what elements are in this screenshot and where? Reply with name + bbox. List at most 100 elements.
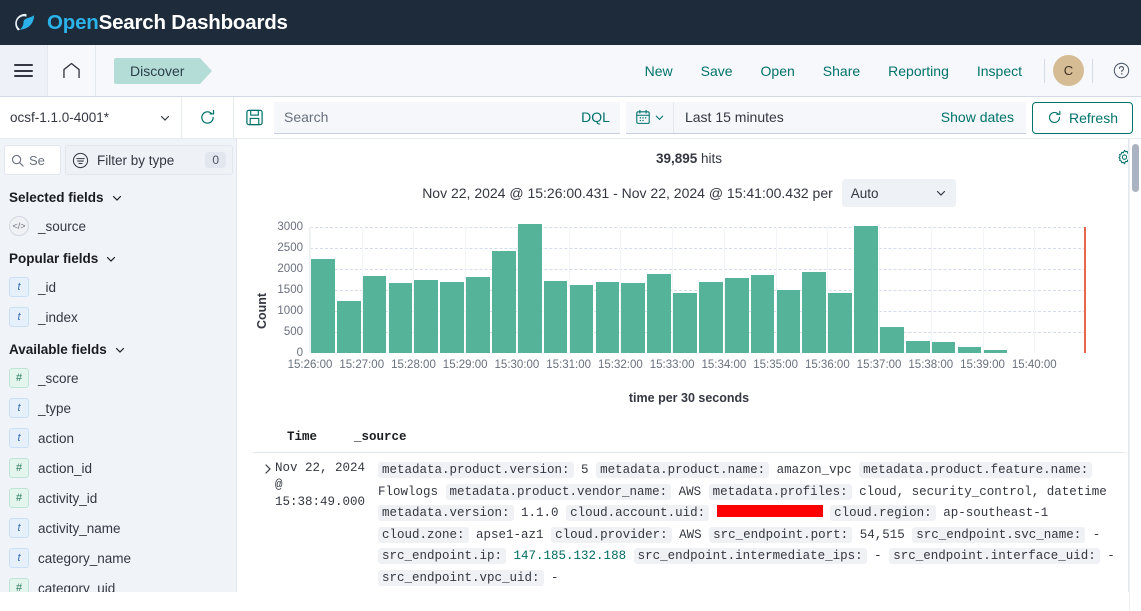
cell-time: Nov 22, 2024 @ 15:38:49.000 (275, 460, 378, 589)
field-item-index[interactable]: t _index (0, 302, 236, 332)
brand-title: OpenSearch Dashboards (47, 11, 288, 35)
x-axis-title: time per 30 seconds (253, 391, 1125, 405)
avatar[interactable]: C (1053, 55, 1084, 86)
source-field-key: src_endpoint.port: (709, 527, 852, 543)
nav-link-open[interactable]: Open (747, 63, 809, 79)
expand-row-button[interactable] (253, 460, 275, 589)
chart-bar[interactable] (984, 350, 1008, 353)
query-language-button[interactable]: DQL (571, 109, 610, 125)
table-row[interactable]: Nov 22, 2024 @ 15:38:49.000 metadata.pro… (253, 453, 1125, 592)
source-field-value: AWS (679, 528, 702, 542)
chart-bar[interactable] (621, 283, 645, 353)
refresh-button[interactable]: Refresh (1032, 102, 1133, 134)
section-popular-fields[interactable]: Popular fields (0, 241, 236, 272)
chart-bar[interactable] (311, 259, 335, 353)
chart-bar[interactable] (440, 282, 464, 353)
chart-bar[interactable] (466, 277, 490, 353)
save-query-button[interactable] (240, 108, 268, 127)
chart-bar[interactable] (751, 275, 775, 353)
nav-actions: New Save Open Share Reporting Inspect C (631, 45, 1141, 96)
filter-type-count: 0 (205, 152, 226, 168)
chart-bar[interactable] (699, 282, 723, 353)
chart-bar[interactable] (958, 347, 982, 353)
field-item-activity-name[interactable]: t activity_name (0, 513, 236, 543)
date-quick-select-button[interactable] (626, 102, 674, 133)
chevron-down-icon (935, 187, 947, 199)
filter-by-type-button[interactable]: Filter by type 0 (65, 145, 233, 175)
column-header-source[interactable]: _source (354, 430, 407, 444)
field-item-source[interactable]: </> _source (0, 211, 236, 241)
field-item-action-id[interactable]: # action_id (0, 453, 236, 483)
column-header-time[interactable]: Time (253, 430, 354, 444)
page-scrollbar-track[interactable] (1129, 139, 1141, 611)
source-field-value: apse1-az1 (476, 528, 544, 542)
y-axis-tick: 0 (297, 347, 303, 359)
show-dates-button[interactable]: Show dates (941, 109, 1026, 125)
x-axis-tick: 15:29:00 (443, 359, 488, 371)
chart-plot-area[interactable]: 05001000150020002500300015:26:0015:27:00… (309, 227, 1086, 353)
opensearch-logo[interactable]: OpenSearch Dashboards (13, 9, 288, 36)
chart-bar[interactable] (828, 293, 852, 353)
chart-bar[interactable] (673, 293, 697, 353)
chart-bar[interactable] (854, 226, 878, 353)
chart-bar[interactable] (880, 327, 904, 353)
section-available-fields[interactable]: Available fields (0, 332, 236, 363)
tab-discover[interactable]: Discover (114, 58, 200, 84)
search-input[interactable]: Search (284, 109, 571, 125)
index-pattern-selector[interactable]: ocsf-1.1.0-4001* (0, 97, 182, 138)
chart-bar[interactable] (906, 341, 930, 353)
chart-bar[interactable] (570, 285, 594, 353)
source-field-value: - (1107, 549, 1115, 563)
nav-link-reporting[interactable]: Reporting (874, 63, 963, 79)
field-item-type[interactable]: t _type (0, 393, 236, 423)
nav-link-save[interactable]: Save (687, 63, 747, 79)
section-selected-fields[interactable]: Selected fields (0, 180, 236, 211)
field-name: _score (38, 371, 79, 386)
chart-bar[interactable] (777, 290, 801, 353)
chart-vertical-gridline (620, 227, 621, 353)
chart-bar[interactable] (492, 251, 516, 353)
histogram-chart: Count 05001000150020002500300015:26:0015… (253, 215, 1125, 420)
field-item-action[interactable]: t action (0, 423, 236, 453)
number-field-icon: # (9, 488, 29, 508)
field-name: action (38, 431, 74, 446)
chart-bar[interactable] (389, 283, 413, 353)
x-axis-tick: 15:35:00 (753, 359, 798, 371)
y-axis-tick: 2500 (277, 242, 303, 254)
field-item-activity-id[interactable]: # activity_id (0, 483, 236, 513)
chart-bar[interactable] (725, 278, 749, 353)
source-field-value: Flowlogs (378, 485, 438, 499)
field-item-id[interactable]: t _id (0, 272, 236, 302)
nav-link-new[interactable]: New (631, 63, 687, 79)
x-axis-tick: 15:38:00 (908, 359, 953, 371)
source-field-key: cloud.zone: (378, 527, 469, 543)
chart-bar[interactable] (544, 281, 568, 353)
chart-bar[interactable] (414, 280, 438, 353)
source-field-key: src_endpoint.svc_name: (912, 527, 1085, 543)
chart-bar[interactable] (363, 276, 387, 353)
page-scrollbar-thumb[interactable] (1132, 144, 1139, 192)
field-item-category-name[interactable]: t category_name (0, 543, 236, 573)
refresh-index-button[interactable] (182, 97, 234, 138)
chart-bar[interactable] (518, 224, 542, 353)
field-search-input[interactable]: Se (4, 145, 61, 175)
menu-toggle-button[interactable] (0, 45, 48, 96)
search-input-container[interactable]: Search DQL (274, 102, 620, 134)
help-button[interactable] (1101, 62, 1141, 79)
nav-link-share[interactable]: Share (809, 63, 874, 79)
chart-bar[interactable] (647, 274, 671, 353)
chart-bar[interactable] (802, 272, 826, 353)
home-button[interactable] (48, 45, 96, 96)
chart-bar[interactable] (337, 301, 361, 353)
source-field-key: metadata.product.version: (378, 462, 574, 478)
nav-link-inspect[interactable]: Inspect (963, 63, 1036, 79)
cell-source: metadata.product.version: 5 metadata.pro… (378, 460, 1125, 589)
body: Se Filter by type 0 Selected fields (0, 139, 1141, 592)
field-item-score[interactable]: # _score (0, 363, 236, 393)
source-field-value: - (1093, 528, 1101, 542)
date-range-value[interactable]: Last 15 minutes (674, 109, 941, 125)
chart-bar[interactable] (596, 282, 620, 353)
field-item-category-uid[interactable]: # category_uid (0, 573, 236, 592)
chart-bar[interactable] (932, 342, 956, 353)
interval-select[interactable]: Auto (842, 179, 956, 207)
